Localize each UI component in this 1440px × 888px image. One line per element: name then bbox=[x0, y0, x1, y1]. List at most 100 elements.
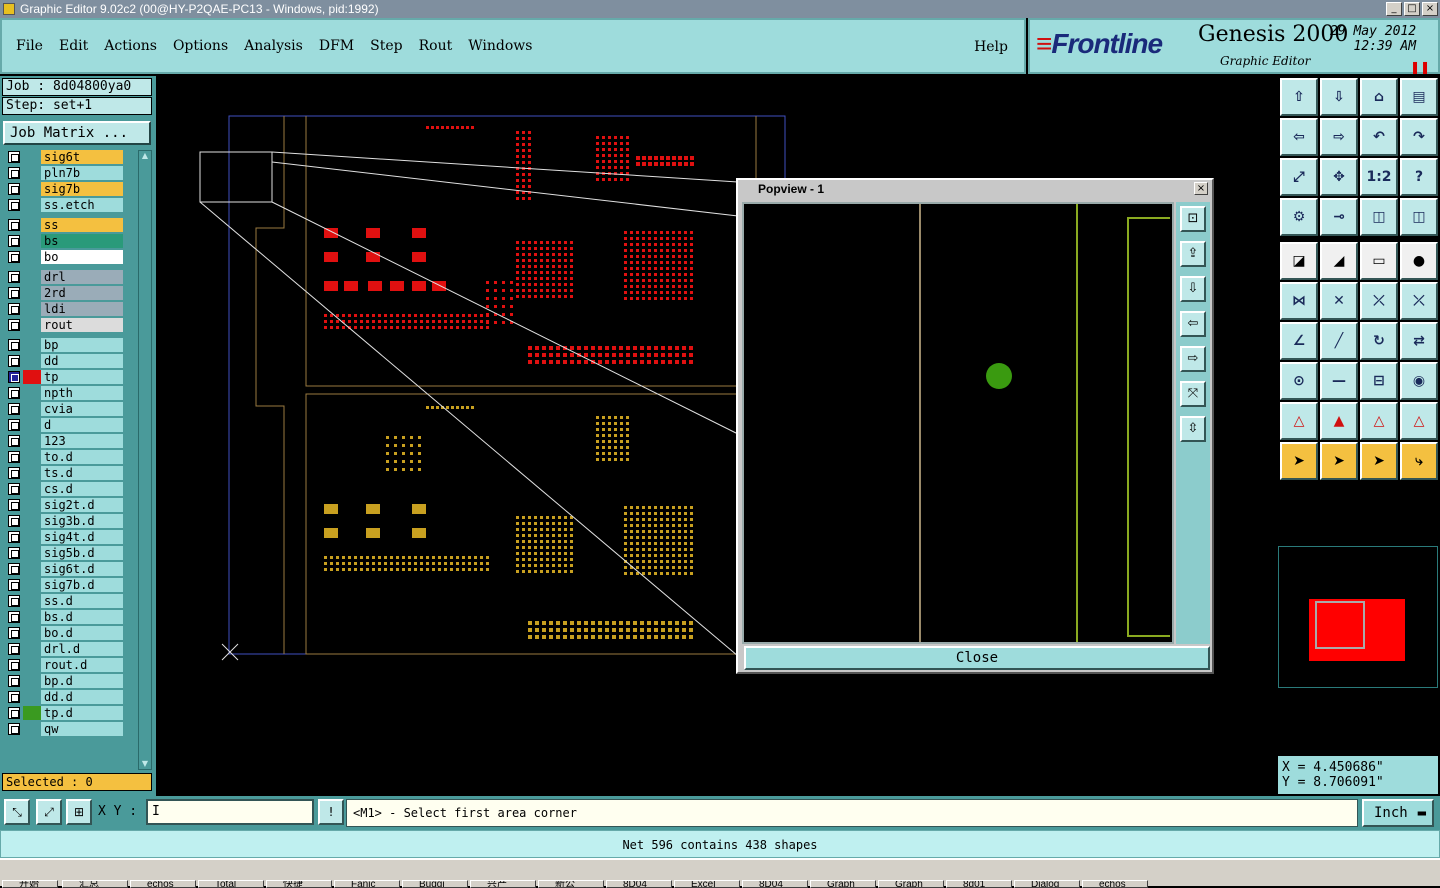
layer-checkbox[interactable] bbox=[8, 611, 20, 623]
menu-dfm[interactable]: DFM bbox=[319, 38, 354, 54]
layer-color-swatch[interactable] bbox=[23, 286, 41, 300]
layer-row[interactable]: sig4t.d bbox=[3, 530, 127, 544]
layer-checkbox[interactable] bbox=[8, 287, 20, 299]
layer-color-swatch[interactable] bbox=[23, 318, 41, 332]
layer-checkbox[interactable] bbox=[8, 435, 20, 447]
layer-checkbox[interactable] bbox=[8, 643, 20, 655]
layer-color-swatch[interactable] bbox=[23, 674, 41, 688]
layer-row[interactable]: dd bbox=[3, 354, 127, 368]
zoom-home-icon[interactable]: ⇧ bbox=[1280, 78, 1318, 116]
taskbar-item[interactable]: Buggi bbox=[402, 880, 468, 888]
layer-row[interactable]: sig6t bbox=[3, 150, 127, 164]
snap-icon[interactable]: ⤡ bbox=[4, 799, 30, 825]
layer-checkbox[interactable] bbox=[8, 183, 20, 195]
layer-row[interactable]: pln7b bbox=[3, 166, 127, 180]
select-icon[interactable]: ➤ bbox=[1320, 442, 1358, 480]
fit-icon[interactable]: ⊟ bbox=[1360, 362, 1398, 400]
layer-row[interactable]: ss.etch bbox=[3, 198, 127, 212]
pan-left-icon[interactable]: ⇦ bbox=[1180, 311, 1206, 337]
pause-icon[interactable]: ❚❚ bbox=[1410, 60, 1430, 74]
layer-row[interactable]: ldi bbox=[3, 302, 127, 316]
layer-checkbox[interactable] bbox=[8, 579, 20, 591]
layer-checkbox[interactable] bbox=[8, 547, 20, 559]
layer-name[interactable]: bo.d bbox=[41, 626, 123, 640]
triangle-icon[interactable]: △ bbox=[1280, 402, 1318, 440]
zoom-fit-icon[interactable]: ⤢ bbox=[1280, 158, 1318, 196]
net-icon[interactable]: ⋈ bbox=[1280, 282, 1318, 320]
resize-icon[interactable]: ⊙ bbox=[1280, 362, 1318, 400]
layer-checkbox[interactable] bbox=[8, 691, 20, 703]
triangle-red-icon[interactable]: △ bbox=[1400, 402, 1438, 440]
connect-icon[interactable]: ⤷ bbox=[1400, 442, 1438, 480]
layer-name[interactable]: sig5b.d bbox=[41, 546, 123, 560]
layer-color-swatch[interactable] bbox=[23, 338, 41, 352]
layer-checkbox[interactable] bbox=[8, 483, 20, 495]
measure-icon[interactable]: ⤢ bbox=[36, 799, 62, 825]
layer-row[interactable]: qw bbox=[3, 722, 127, 736]
arrow-icon[interactable]: ▲ bbox=[1320, 402, 1358, 440]
home-icon[interactable]: ⌂ bbox=[1360, 78, 1398, 116]
scroll-down-icon[interactable]: ▼ bbox=[140, 759, 150, 769]
layer-color-swatch[interactable] bbox=[23, 166, 41, 180]
layer-row[interactable]: cs.d bbox=[3, 482, 127, 496]
layer-row[interactable]: 123 bbox=[3, 434, 127, 448]
layer-name[interactable]: bs bbox=[41, 234, 123, 248]
layer-name[interactable]: rout bbox=[41, 318, 123, 332]
layer-color-swatch[interactable] bbox=[23, 418, 41, 432]
layer-color-swatch[interactable] bbox=[23, 386, 41, 400]
layer-row[interactable]: bo bbox=[3, 250, 127, 264]
layer-color-swatch[interactable] bbox=[23, 450, 41, 464]
layer-checkbox[interactable] bbox=[8, 303, 20, 315]
layer-name[interactable]: cs.d bbox=[41, 482, 123, 496]
taskbar-item[interactable]: 8D04 bbox=[742, 880, 808, 888]
pan-left-icon[interactable]: ⇦ bbox=[1280, 118, 1318, 156]
layer-color-swatch[interactable] bbox=[23, 466, 41, 480]
menu-rout[interactable]: Rout bbox=[419, 38, 453, 54]
menu-step[interactable]: Step bbox=[370, 38, 402, 54]
scroll-up-icon[interactable]: ▲ bbox=[140, 151, 150, 161]
layer-color-swatch[interactable] bbox=[23, 562, 41, 576]
layer-color-swatch[interactable] bbox=[23, 594, 41, 608]
zoom-in-icon[interactable]: ⇳ bbox=[1180, 416, 1206, 442]
ruler-icon[interactable]: ▭ bbox=[1360, 242, 1398, 280]
layer-color-swatch[interactable] bbox=[23, 530, 41, 544]
layer-name[interactable]: sig7b.d bbox=[41, 578, 123, 592]
layer-scrollbar[interactable]: ▲ ▼ bbox=[138, 150, 152, 770]
layer-color-swatch[interactable] bbox=[23, 706, 41, 720]
redo-zoom-icon[interactable]: ↷ bbox=[1400, 118, 1438, 156]
layer-color-swatch[interactable] bbox=[23, 218, 41, 232]
snap-icon[interactable]: ⊸ bbox=[1320, 198, 1358, 236]
layer-name[interactable]: tp bbox=[41, 370, 123, 384]
help-icon[interactable]: ? bbox=[1400, 158, 1438, 196]
pan-right-icon[interactable]: ⇨ bbox=[1320, 118, 1358, 156]
layer-row[interactable]: bo.d bbox=[3, 626, 127, 640]
layer-checkbox[interactable] bbox=[8, 339, 20, 351]
taskbar-item[interactable]: Fanic bbox=[334, 880, 400, 888]
layer-name[interactable]: to.d bbox=[41, 450, 123, 464]
settings-icon[interactable]: ⚙ bbox=[1280, 198, 1318, 236]
layer-color-swatch[interactable] bbox=[23, 150, 41, 164]
taskbar-item[interactable]: 新公 bbox=[538, 880, 604, 888]
layer-name[interactable]: cvia bbox=[41, 402, 123, 416]
maximize-button[interactable]: □ bbox=[1404, 2, 1420, 16]
layer-color-swatch[interactable] bbox=[23, 642, 41, 656]
layers-copy-icon[interactable]: ◫ bbox=[1400, 198, 1438, 236]
layer-name[interactable]: sig3b.d bbox=[41, 514, 123, 528]
layer-color-swatch[interactable] bbox=[23, 658, 41, 672]
layer-color-swatch[interactable] bbox=[23, 482, 41, 496]
layer-checkbox[interactable] bbox=[8, 371, 20, 383]
layer-name[interactable]: sig7b bbox=[41, 182, 123, 196]
layer-name[interactable]: dd bbox=[41, 354, 123, 368]
layer-name[interactable]: bo bbox=[41, 250, 123, 264]
layer-name[interactable]: tp.d bbox=[41, 706, 123, 720]
layer-row[interactable]: bs.d bbox=[3, 610, 127, 624]
move-icon[interactable]: ⤫ bbox=[1360, 282, 1398, 320]
select-red-icon[interactable]: ➤ bbox=[1360, 442, 1398, 480]
layer-name[interactable]: drl bbox=[41, 270, 123, 284]
layer-color-swatch[interactable] bbox=[23, 610, 41, 624]
layer-checkbox[interactable] bbox=[8, 595, 20, 607]
layer-name[interactable]: ss bbox=[41, 218, 123, 232]
shapes-icon[interactable]: ◉ bbox=[1400, 362, 1438, 400]
taskbar-item[interactable]: echos bbox=[1082, 880, 1148, 888]
pointer-icon[interactable]: ➤ bbox=[1280, 442, 1318, 480]
